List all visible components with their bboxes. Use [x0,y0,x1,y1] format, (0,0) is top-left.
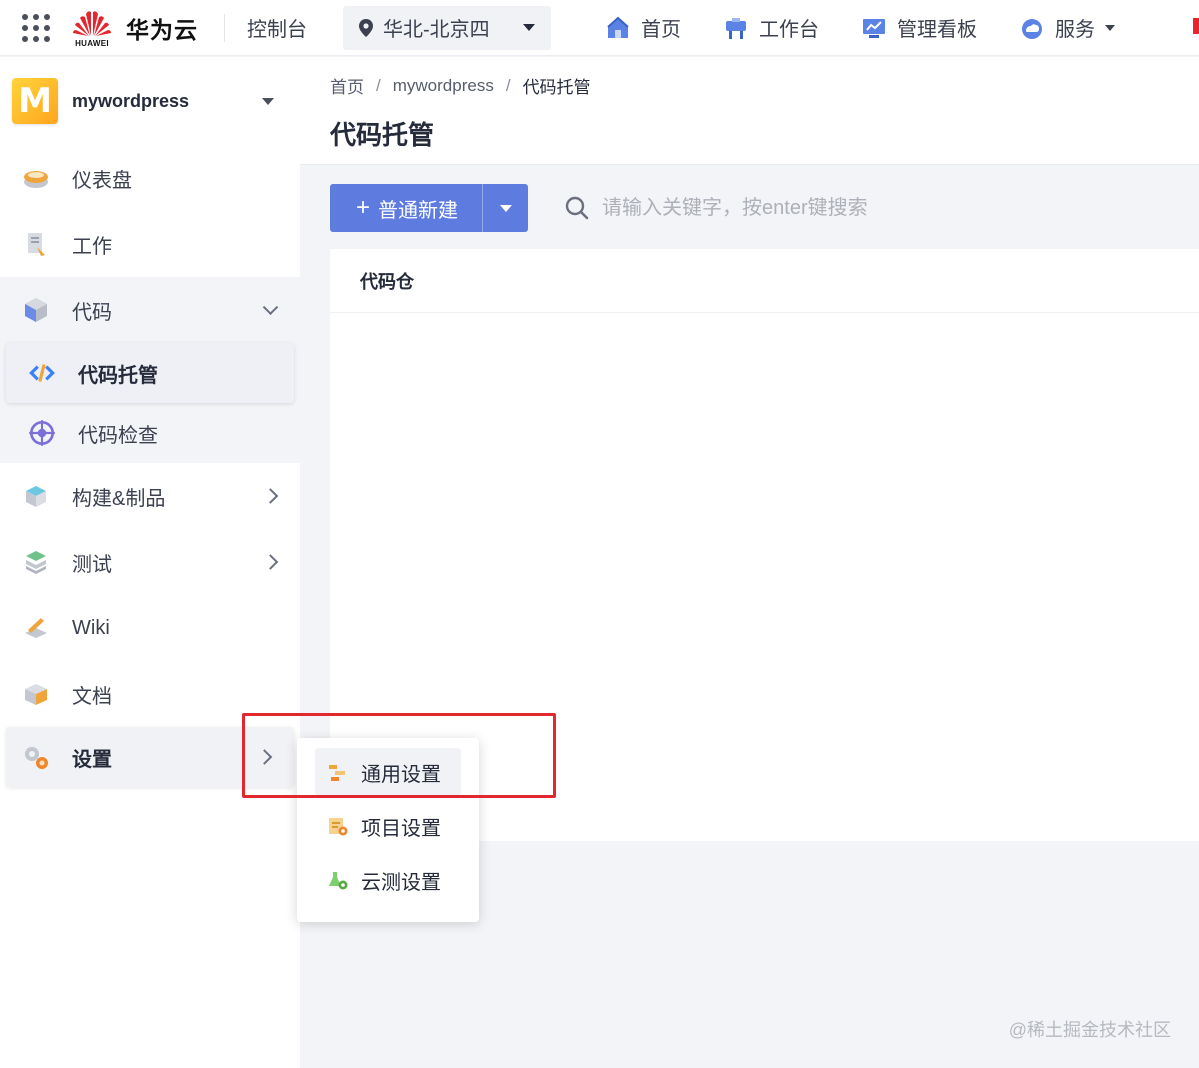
repo-panel-header: 代码仓 [330,249,1199,313]
nav-services-label: 服务 [1055,19,1095,41]
breadcrumb-current: 代码托管 [522,78,591,97]
docs-icon [20,678,52,710]
sidebar-item-label: 工作 [72,235,112,258]
project-caret-icon [262,97,274,105]
watermark: @稀土掘金技术社区 [1008,1020,1171,1040]
region-label: 华北-北京四 [383,19,490,41]
sidebar-item-label: 测试 [72,553,112,576]
test-icon [20,546,52,578]
code-group: 代码 代码托管 代码检查 [0,277,300,463]
sidebar-item-label: 代码 [72,301,112,324]
nav-workbench[interactable]: 工作台 [723,13,819,42]
workbench-icon [726,17,746,39]
brand-name: 华为云 [126,16,198,43]
plus-icon: + [356,194,371,221]
build-icon [20,480,52,512]
sidebar-item-dashboard[interactable]: 仪表盘 [0,145,300,211]
sidebar-item-code-hosting[interactable]: 代码托管 [6,343,294,403]
sidebar-item-label: 仪表盘 [72,169,132,192]
new-repo-button-label: 普通新建 [378,199,459,222]
sidebar-item-code-check[interactable]: 代码检查 [6,403,294,463]
sidebar: M mywordpress 仪表盘 工作 代码 代码托管 代码检查 构建&制品 … [0,57,300,1068]
new-repo-button[interactable]: + 普通新建 [330,184,482,232]
top-nav: 首页 工作台 管理看板 服务 [605,13,1157,42]
project-name: mywordpress [72,90,190,111]
nav-management-board[interactable]: 管理看板 [861,13,977,42]
toolbar: + 普通新建 [330,184,923,232]
sidebar-item-code[interactable]: 代码 [0,277,300,343]
cloud-test-settings-icon [329,872,348,890]
huawei-logo-icon: HUAWEI [68,8,116,48]
app-grid-icon[interactable] [0,0,72,56]
breadcrumb-separator: / [376,75,381,95]
new-repo-dropdown-button[interactable] [482,184,528,232]
flyout-item-label: 云测设置 [361,871,441,894]
project-switcher[interactable]: M mywordpress [0,57,300,145]
dashboard-board-icon [863,18,885,38]
nav-management-board-label: 管理看板 [897,19,977,41]
code-hosting-icon [26,357,58,389]
sidebar-item-label: 设置 [72,748,112,771]
brand-small-label: HUAWEI [75,38,109,48]
sidebar-item-settings[interactable]: 设置 [6,727,294,787]
wiki-icon [20,612,52,644]
chevron-right-icon [262,488,279,504]
sidebar-item-label: Wiki [72,616,110,639]
code-check-icon [26,417,58,449]
nav-home-label: 首页 [641,19,681,41]
flyout-item-general-settings[interactable]: 通用设置 [315,748,461,796]
chevron-right-icon [262,554,279,570]
sidebar-item-work[interactable]: 工作 [0,211,300,277]
sidebar-item-label: 代码托管 [78,364,158,387]
search-box [564,195,923,221]
chevron-down-icon [262,299,279,316]
new-repo-split-button: + 普通新建 [330,184,529,232]
console-link[interactable]: 控制台 [247,13,307,42]
nav-home[interactable]: 首页 [605,13,681,42]
search-input[interactable] [602,196,923,220]
flyout-item-cloud-test-settings[interactable]: 云测设置 [315,856,461,904]
sidebar-item-build[interactable]: 构建&制品 [0,463,300,529]
breadcrumb-project[interactable]: mywordpress [393,76,494,96]
flyout-item-label: 项目设置 [361,817,441,840]
home-icon [607,16,629,38]
topbar-edge-badge [1193,18,1199,34]
settings-flyout-menu: 通用设置 项目设置 云测设置 [297,738,479,922]
sidebar-item-docs[interactable]: 文档 [0,661,300,727]
nav-services[interactable]: 服务 [1019,13,1115,42]
sidebar-item-label: 构建&制品 [72,487,166,510]
breadcrumb: 首页 / mywordpress / 代码托管 [330,73,591,98]
nav-workbench-label: 工作台 [759,19,819,41]
chevron-right-icon [256,749,273,765]
settings-gear-icon [20,741,52,773]
sidebar-item-label: 文档 [72,685,112,708]
flyout-item-project-settings[interactable]: 项目设置 [315,802,461,850]
sidebar-item-label: 代码检查 [78,424,158,447]
region-selector[interactable]: 华北-北京四 [343,5,551,50]
topbar-divider [224,13,225,42]
sidebar-item-test[interactable]: 测试 [0,529,300,595]
region-caret-icon [523,24,535,31]
flyout-item-label: 通用设置 [361,763,441,786]
page-title: 代码托管 [330,120,435,150]
huawei-cloud-logo[interactable]: HUAWEI 华为云 [72,0,198,56]
general-settings-icon [329,765,345,781]
service-cloud-icon [1022,18,1042,39]
search-icon [565,196,589,220]
project-avatar: M [12,78,58,124]
location-pin-icon [359,18,373,37]
breadcrumb-home[interactable]: 首页 [330,73,364,98]
sidebar-item-wiki[interactable]: Wiki [0,595,300,661]
services-caret-icon [1105,24,1115,31]
project-settings-icon [329,818,348,836]
code-icon [20,294,52,326]
top-bar: HUAWEI 华为云 控制台 华北-北京四 首页 工作台 管理看板 服务 [0,0,1199,56]
breadcrumb-separator: / [505,75,511,95]
caret-down-icon [499,204,512,212]
project-avatar-letter: M [18,81,52,121]
dashboard-icon [20,162,52,194]
work-icon [20,228,52,260]
